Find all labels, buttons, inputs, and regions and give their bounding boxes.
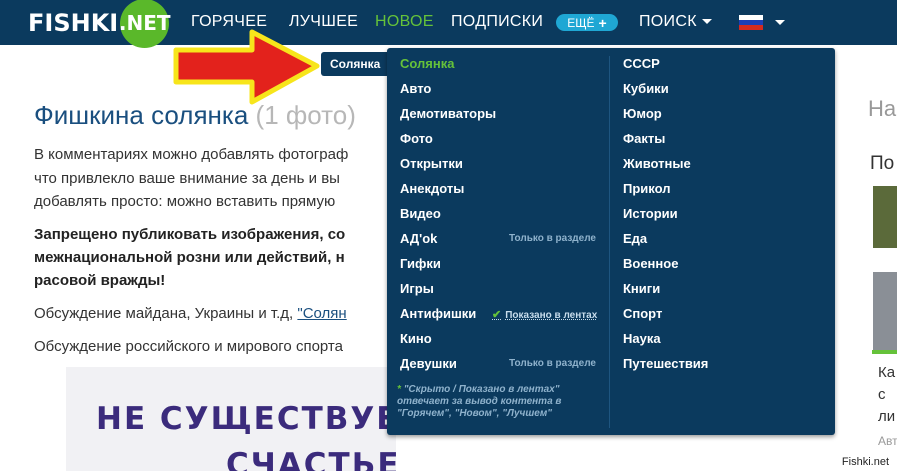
menu-item[interactable]: Авто	[400, 81, 431, 101]
nav-subscriptions[interactable]: ПОДПИСКИ	[451, 13, 543, 31]
menu-item[interactable]: Солянка	[400, 56, 454, 76]
sidebar-heading: На	[868, 96, 897, 121]
sidebar-text[interactable]: ли	[878, 408, 895, 425]
menu-item[interactable]: Путешествия	[623, 356, 708, 376]
discussion-text: Обсуждение майдана, Украины и т.д,	[34, 305, 298, 322]
menu-item[interactable]: Кубики	[623, 81, 669, 101]
more-button[interactable]: ЕЩЁ +	[556, 14, 618, 31]
menu-item[interactable]: Кино	[400, 331, 432, 351]
search-label: ПОИСК	[639, 13, 697, 30]
menu-item[interactable]: Девушки	[400, 356, 457, 376]
menu-item[interactable]: Фото	[400, 131, 433, 151]
sidebar-text[interactable]: Ка	[878, 364, 895, 381]
menu-item[interactable]: СССР	[623, 56, 660, 76]
russia-flag-icon[interactable]	[739, 15, 763, 30]
note-label: Показано в лентах	[505, 310, 598, 321]
menu-item[interactable]: Демотиваторы	[400, 106, 496, 126]
intro-line-1: В комментариях можно добавлять фотограф	[34, 146, 349, 163]
sidebar-subheading: По	[870, 153, 895, 174]
menu-item[interactable]: Анекдоты	[400, 181, 464, 201]
warning-line-1: Запрещено публиковать изображения, со	[34, 226, 346, 243]
top-navbar: FISHKI .NET ГОРЯЧЕЕ ЛУЧШЕЕ НОВОЕ ПОДПИСК…	[0, 0, 897, 48]
feed-visibility-toggle[interactable]: ✔ Показано в лентах	[492, 308, 597, 321]
thumb-accent	[872, 350, 897, 354]
thumbnail[interactable]	[873, 186, 897, 248]
post-image[interactable]: НЕ СУЩЕСТВУЕ СЧАСТЬЕ И ЕСТЬ ПУТЬ	[66, 367, 396, 471]
menu-item[interactable]: Открытки	[400, 156, 463, 176]
warning-line-3: расовой вражды!	[34, 272, 166, 289]
poster-text-1: НЕ СУЩЕСТВУЕ	[96, 401, 396, 437]
watermark: Fishki.net	[839, 456, 891, 468]
menu-item[interactable]: АД'ok	[400, 231, 437, 251]
menu-item[interactable]: Видео	[400, 206, 441, 226]
discussion-line-2: Обсуждение российского и мирового спорта	[34, 338, 343, 355]
plus-icon: +	[598, 14, 607, 31]
tooltip-label: Солянка	[330, 57, 381, 71]
menu-item[interactable]: Юмор	[623, 106, 662, 126]
warning-line-2: межнациональной розни или действий, н	[34, 249, 345, 266]
search-menu[interactable]: ПОИСК	[639, 13, 712, 31]
chevron-down-icon	[701, 19, 712, 25]
red-arrow-icon	[173, 29, 320, 105]
discussion-line-1: Обсуждение майдана, Украины и т.д, "Соля…	[34, 305, 347, 322]
menu-item[interactable]: Факты	[623, 131, 665, 151]
footnote-line-2: отвечает за вывод контента в	[397, 396, 562, 407]
menu-item[interactable]: Спорт	[623, 306, 662, 326]
menu-item[interactable]: Еда	[623, 231, 647, 251]
chevron-down-icon[interactable]	[775, 20, 785, 25]
menu-divider	[609, 56, 610, 428]
section-only-note: Только в разделе	[509, 233, 596, 244]
note-label: Только в разделе	[509, 358, 596, 369]
sidebar-author: Авт	[878, 434, 897, 448]
intro-line-3: добавлять просто: можно вставить прямую	[34, 193, 336, 210]
sidebar-text[interactable]: с	[878, 386, 886, 403]
intro-line-2: что привлекло ваше внимание за день и вы	[34, 170, 340, 187]
menu-item[interactable]: Игры	[400, 281, 434, 301]
nav-new[interactable]: НОВОЕ	[375, 13, 434, 31]
section-only-note: Только в разделе	[509, 358, 596, 369]
menu-item[interactable]: Истории	[623, 206, 678, 226]
menu-item[interactable]: Животные	[623, 156, 691, 176]
footnote-line-3: "Горячем", "Новом", "Лучшем"	[397, 408, 552, 419]
menu-item[interactable]: Антифишки	[400, 306, 476, 326]
note-label: Только в разделе	[509, 233, 596, 244]
site-logo[interactable]: FISHKI .NET	[28, 0, 171, 48]
check-icon: ✔	[492, 309, 502, 321]
footnote-star: *	[397, 384, 401, 395]
more-dropdown-menu: Солянка Авто Демотиваторы Фото Открытки Анекд…	[387, 48, 835, 435]
logo-text: FISHKI	[28, 9, 119, 37]
menu-item[interactable]: Книги	[623, 281, 660, 301]
menu-item[interactable]: Военное	[623, 256, 678, 276]
menu-item[interactable]: Наука	[623, 331, 661, 351]
menu-footnote: * "Скрыто / Показано в лентах" отвечает …	[397, 384, 561, 420]
menu-item[interactable]: Гифки	[400, 256, 441, 276]
logo-badge: .NET	[119, 0, 171, 48]
solyanka-link[interactable]: "Солян	[297, 305, 346, 322]
thumbnail[interactable]	[873, 272, 897, 352]
footnote-line-1: "Скрыто / Показано в лентах"	[403, 384, 560, 395]
poster-text-2: СЧАСТЬЕ И ЕСТЬ ПУТЬ	[226, 447, 396, 471]
menu-item[interactable]: Прикол	[623, 181, 671, 201]
more-label: ЕЩЁ	[567, 15, 595, 30]
solyanka-tooltip: Солянка	[321, 52, 397, 76]
